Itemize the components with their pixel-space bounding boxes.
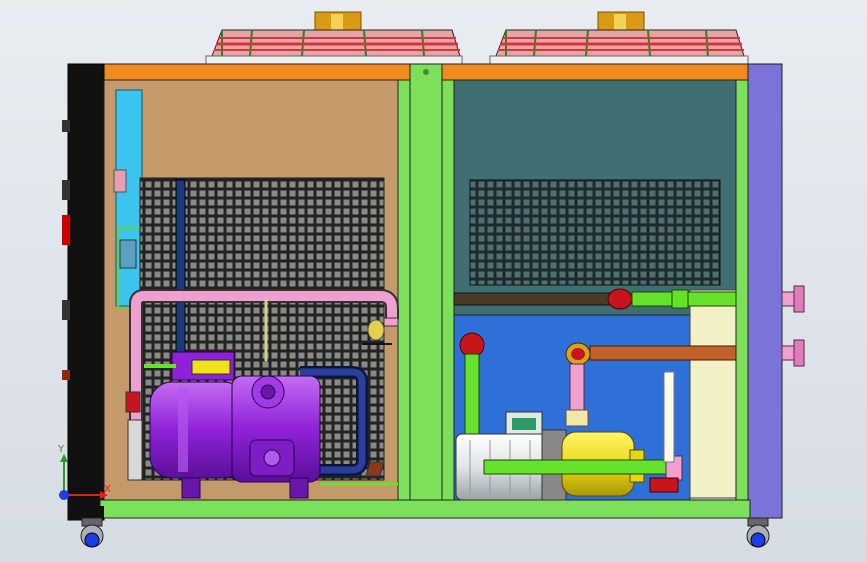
side-panel <box>747 63 783 519</box>
return-pipe-upper <box>453 292 611 306</box>
chiller-assembly-drawing: X Y <box>57 11 805 548</box>
triad-y-label: Y <box>57 444 65 455</box>
cad-viewport[interactable]: X Y <box>0 0 867 562</box>
base-frame-rail <box>99 499 751 519</box>
electrical-box <box>115 89 143 307</box>
caster-wheel-icon <box>80 517 770 548</box>
triad-x-label: X <box>104 484 111 495</box>
center-post <box>409 63 443 519</box>
pump-suction-pipe <box>483 459 675 475</box>
process-outlet-pipe <box>589 345 737 361</box>
water-tank <box>689 289 737 499</box>
outlet-connectors <box>781 285 805 367</box>
